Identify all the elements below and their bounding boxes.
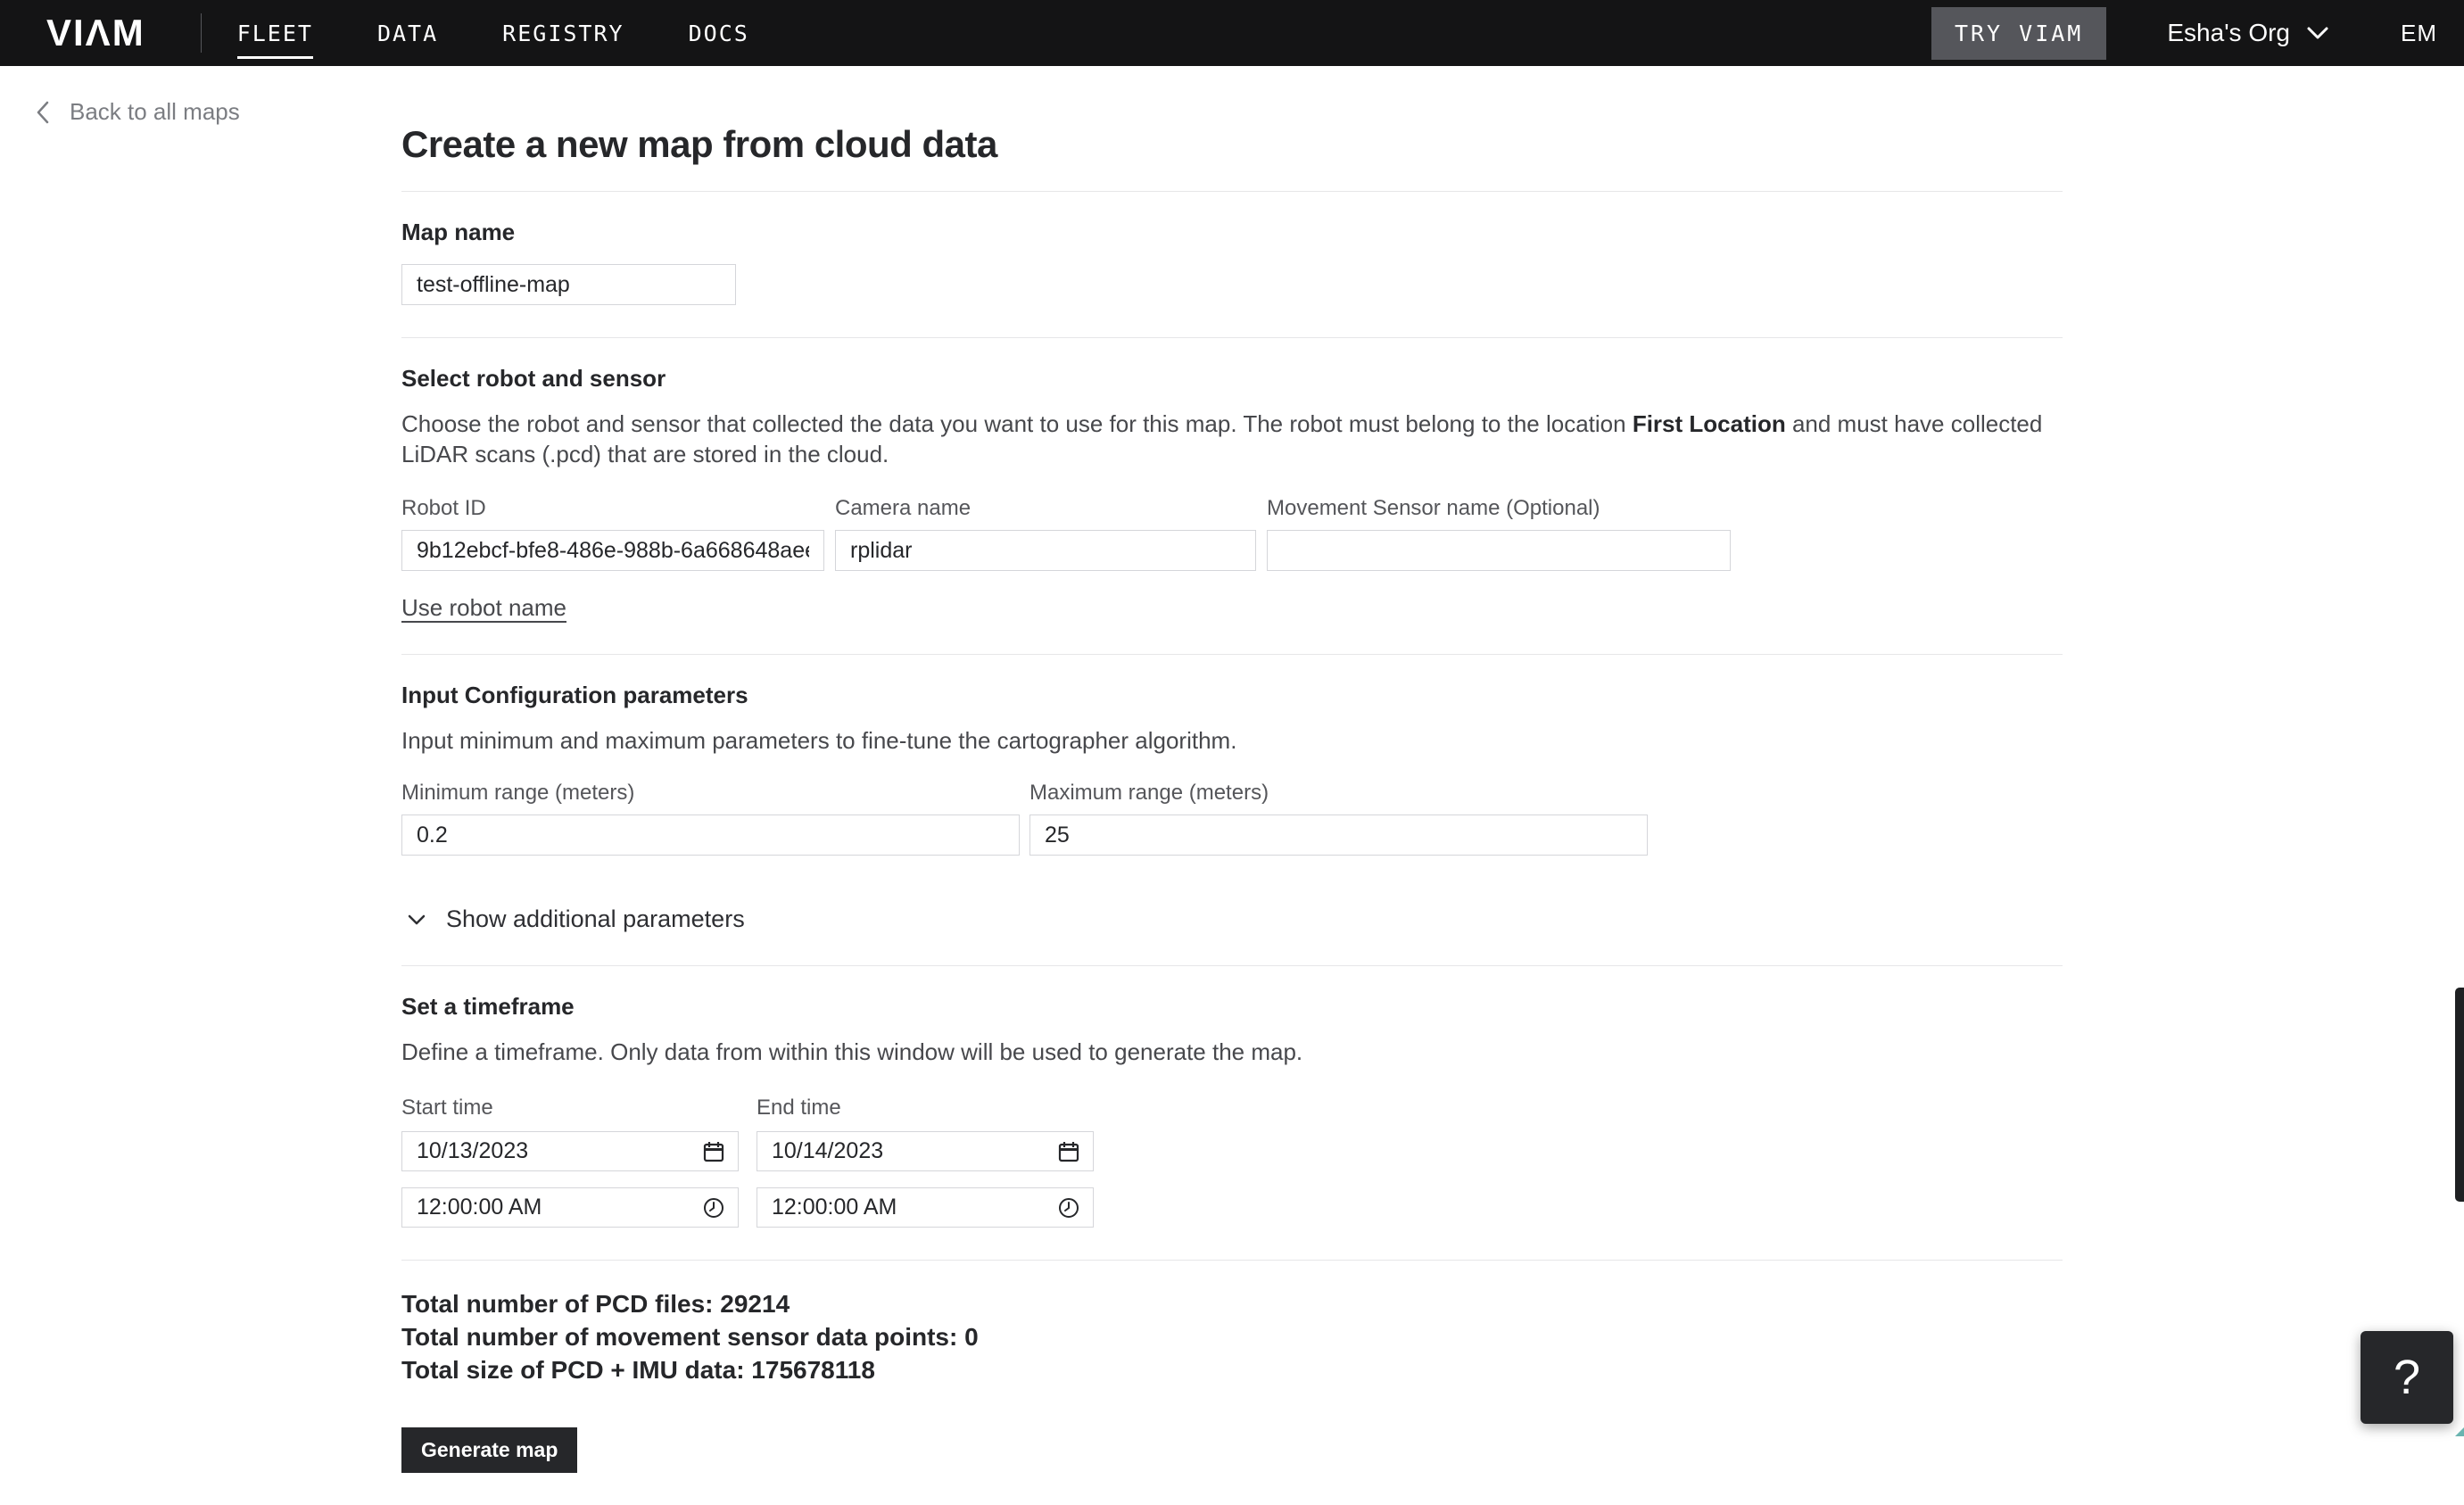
clock-icon [1057,1196,1080,1220]
generate-map-button[interactable]: Generate map [401,1427,577,1473]
map-name-label: Map name [401,219,515,245]
robot-id-label: Robot ID [401,496,824,521]
robot-sensor-heading: Select robot and sensor [401,365,2063,393]
section-map-name: Map name [401,192,2063,338]
primary-nav: FLEET DATA REGISTRY DOCS [237,0,814,66]
robot-id-field: Robot ID [401,496,824,571]
use-robot-name-link[interactable]: Use robot name [401,594,566,622]
start-date-value: 10/13/2023 [417,1138,528,1164]
corner-widget-artifact [2455,1427,2464,1436]
user-menu-button[interactable]: EM [2401,20,2437,47]
min-range-input[interactable] [401,815,1020,856]
nav-right: TRY VIAM Esha's Org EM [1931,7,2464,60]
nav-item-fleet[interactable]: FLEET [237,0,313,66]
min-range-field: Minimum range (meters) [401,781,1020,856]
start-date-input[interactable]: 10/13/2023 [401,1131,739,1171]
timeframe-fields: Start time 10/13/2023 12:00:00 AM [401,1096,2063,1228]
section-config-params: Input Configuration parameters Input min… [401,655,2063,966]
show-additional-parameters-toggle[interactable]: Show additional parameters [407,905,2063,933]
min-range-label: Minimum range (meters) [401,781,1020,806]
camera-name-label: Camera name [835,496,1256,521]
max-range-label: Maximum range (meters) [1029,781,1648,806]
viam-logo[interactable]: VIΛM [46,12,145,54]
total-movement-sensor-points: Total number of movement sensor data poi… [401,1320,2063,1353]
calendar-icon [702,1140,725,1163]
top-nav: VIΛM FLEET DATA REGISTRY DOCS TRY VIAM E… [0,0,2464,66]
scrollbar-thumb[interactable] [2455,988,2464,1202]
org-name: Esha's Org [2167,19,2290,47]
robot-id-input[interactable] [401,530,824,571]
chevron-down-icon [2306,26,2329,40]
back-link[interactable]: Back to all maps [36,98,240,126]
timeframe-description: Define a timeframe. Only data from withi… [401,1037,2063,1067]
end-time-input[interactable]: 12:00:00 AM [757,1187,1094,1228]
start-time-label: Start time [401,1096,739,1120]
nav-item-data[interactable]: DATA [377,0,438,66]
timeframe-heading: Set a timeframe [401,993,2063,1021]
nav-divider [201,13,202,53]
chevron-left-icon [36,100,50,125]
total-data-size: Total size of PCD + IMU data: 175678118 [401,1353,2063,1386]
camera-name-field: Camera name [835,496,1256,571]
robot-sensor-fields: Robot ID Camera name Movement Sensor nam… [401,496,2063,571]
movement-sensor-field: Movement Sensor name (Optional) [1267,496,1731,571]
try-viam-button[interactable]: TRY VIAM [1931,7,2106,60]
end-time-label: End time [757,1096,1094,1120]
nav-item-docs[interactable]: DOCS [689,0,749,66]
end-date-value: 10/14/2023 [772,1138,883,1164]
section-summary: Total number of PCD files: 29214 Total n… [401,1261,2063,1505]
max-range-field: Maximum range (meters) [1029,781,1648,856]
back-link-label: Back to all maps [70,98,240,126]
end-date-input[interactable]: 10/14/2023 [757,1131,1094,1171]
range-fields: Minimum range (meters) Maximum range (me… [401,781,2063,856]
end-time-field: End time 10/14/2023 12:00:00 AM [757,1096,1094,1228]
robot-sensor-description: Choose the robot and sensor that collect… [401,409,2063,469]
clock-icon [702,1196,725,1220]
camera-name-input[interactable] [835,530,1256,571]
page-title: Create a new map from cloud data [401,123,2063,192]
start-time-field: Start time 10/13/2023 12:00:00 AM [401,1096,739,1228]
chevron-down-icon [407,914,426,926]
movement-sensor-label: Movement Sensor name (Optional) [1267,496,1731,521]
calendar-icon [1057,1140,1080,1163]
section-timeframe: Set a timeframe Define a timeframe. Only… [401,966,2063,1261]
total-pcd-files: Total number of PCD files: 29214 [401,1287,2063,1320]
section-robot-sensor: Select robot and sensor Choose the robot… [401,338,2063,655]
nav-item-registry[interactable]: REGISTRY [502,0,624,66]
show-additional-parameters-label: Show additional parameters [446,905,745,933]
location-name: First Location [1633,410,1786,437]
config-params-heading: Input Configuration parameters [401,682,2063,709]
end-time-value: 12:00:00 AM [772,1195,897,1220]
movement-sensor-input[interactable] [1267,530,1731,571]
start-time-value: 12:00:00 AM [417,1195,542,1220]
config-params-description: Input minimum and maximum parameters to … [401,725,2063,756]
max-range-input[interactable] [1029,815,1648,856]
help-button[interactable]: ? [2361,1331,2453,1424]
map-name-input[interactable] [401,264,736,305]
start-time-input[interactable]: 12:00:00 AM [401,1187,739,1228]
create-map-form: Create a new map from cloud data Map nam… [401,123,2063,1505]
org-switcher[interactable]: Esha's Org [2167,19,2329,47]
